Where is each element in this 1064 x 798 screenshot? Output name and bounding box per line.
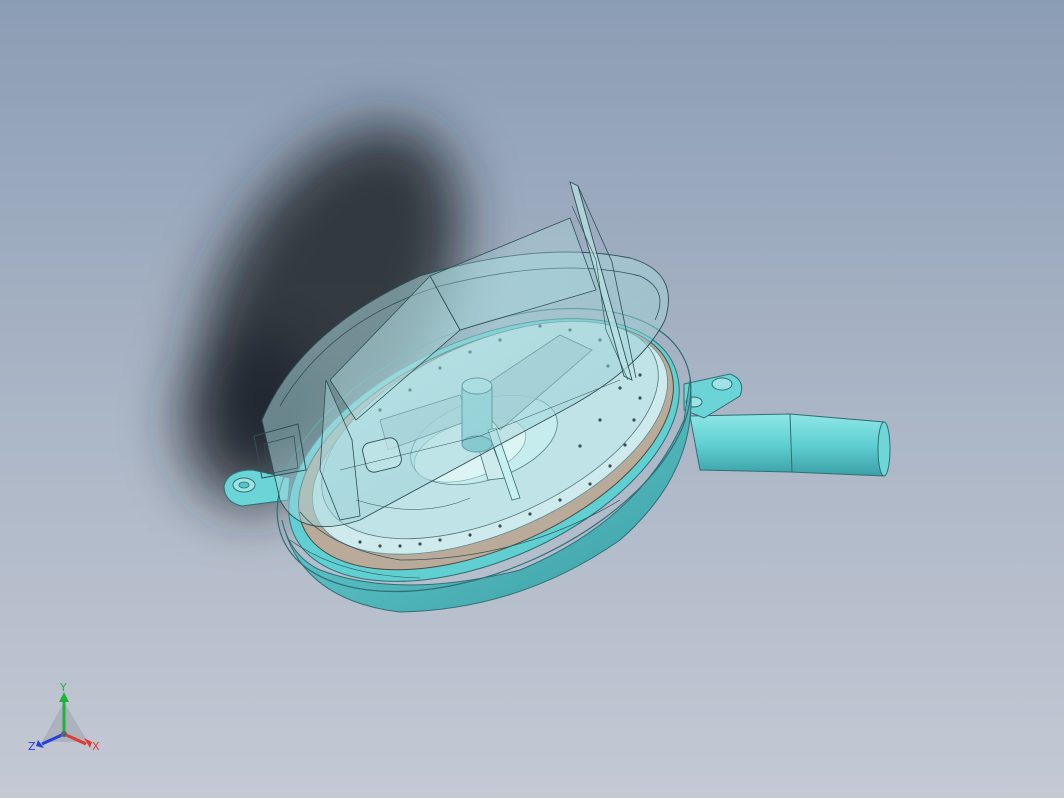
view-orientation-triad[interactable]: Y X Z (22, 681, 106, 762)
graphics-viewport[interactable]: Y X Z (0, 0, 1064, 798)
outlet-pipe[interactable] (689, 413, 891, 477)
z-axis-label: Z (28, 740, 36, 753)
3d-model-view[interactable] (0, 0, 1064, 798)
x-axis-label: X (92, 740, 100, 753)
y-axis-label: Y (59, 682, 67, 694)
mounting-lug-right[interactable] (683, 373, 743, 419)
